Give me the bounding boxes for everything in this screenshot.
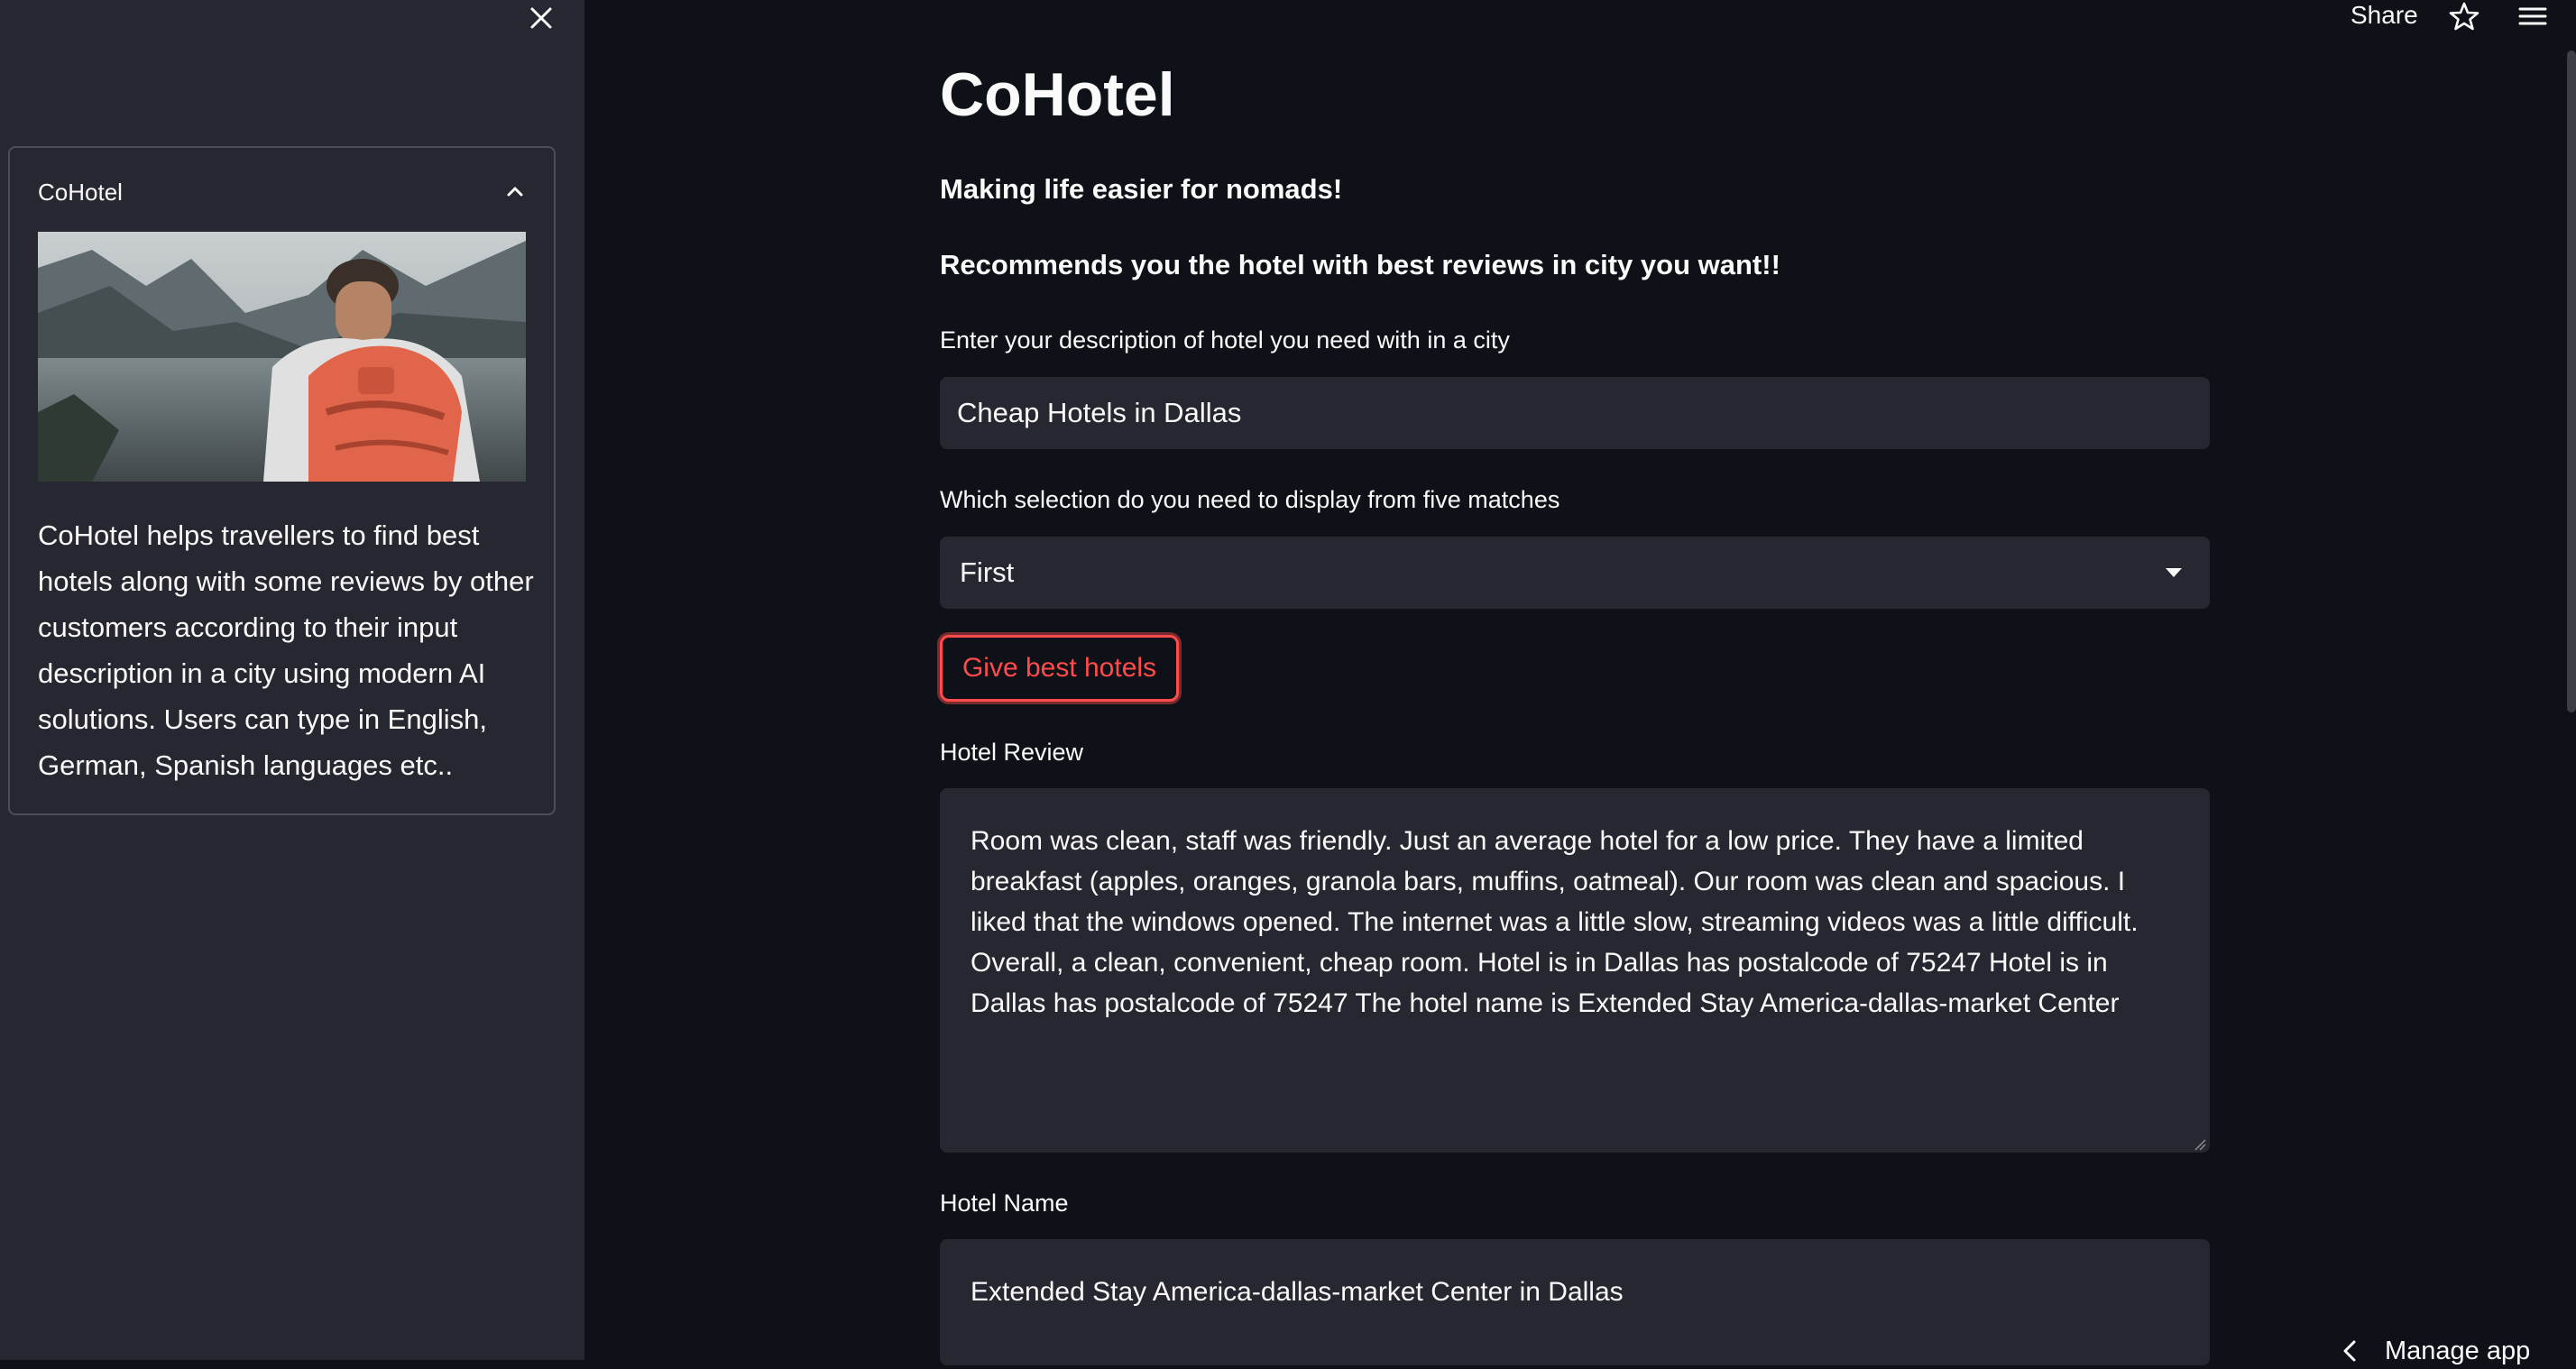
selection-label: Which selection do you need to display f…	[940, 486, 1560, 513]
traveller-image	[38, 232, 526, 482]
hotel-review-label: Hotel Review	[940, 739, 1084, 766]
expander-title: CoHotel	[38, 179, 123, 206]
resize-handle-icon[interactable]	[2194, 1138, 2206, 1151]
selection-value: First	[960, 556, 1015, 588]
page-scrollbar[interactable]	[2567, 51, 2576, 712]
manage-app-button[interactable]: Manage app	[2341, 1333, 2530, 1369]
about-expander: CoHotel CoHotel helps travellers to find…	[8, 146, 556, 815]
tagline-primary: Making life easier for nomads!	[940, 173, 1343, 205]
hotel-name-textarea[interactable]: Extended Stay America-dallas-market Cent…	[940, 1239, 2210, 1365]
sidebar: CoHotel CoHotel helps travellers to find…	[0, 0, 584, 1360]
manage-app-label: Manage app	[2385, 1336, 2531, 1365]
page-title: CoHotel	[940, 60, 1175, 129]
hotel-name-label: Hotel Name	[940, 1190, 1069, 1217]
selection-dropdown[interactable]: First	[940, 537, 2210, 609]
description-input[interactable]	[940, 377, 2210, 449]
close-sidebar-button[interactable]	[523, 0, 559, 36]
expander-header[interactable]: CoHotel	[10, 148, 554, 231]
close-icon	[530, 7, 552, 29]
hamburger-menu-icon[interactable]	[2515, 0, 2551, 32]
app-description: CoHotel helps travellers to find best ho…	[38, 519, 534, 781]
star-icon[interactable]	[2446, 0, 2482, 32]
description-label: Enter your description of hotel you need…	[940, 326, 1510, 354]
share-button[interactable]: Share	[2351, 0, 2418, 31]
caret-down-icon	[2163, 564, 2185, 582]
give-best-hotels-button[interactable]: Give best hotels	[940, 635, 1179, 702]
chevron-left-icon	[2343, 1340, 2356, 1362]
chevron-up-icon[interactable]	[497, 173, 533, 209]
hotel-review-textarea[interactable]: Room was clean, staff was friendly. Just…	[940, 788, 2210, 1153]
tagline-secondary: Recommends you the hotel with best revie…	[940, 249, 1780, 280]
